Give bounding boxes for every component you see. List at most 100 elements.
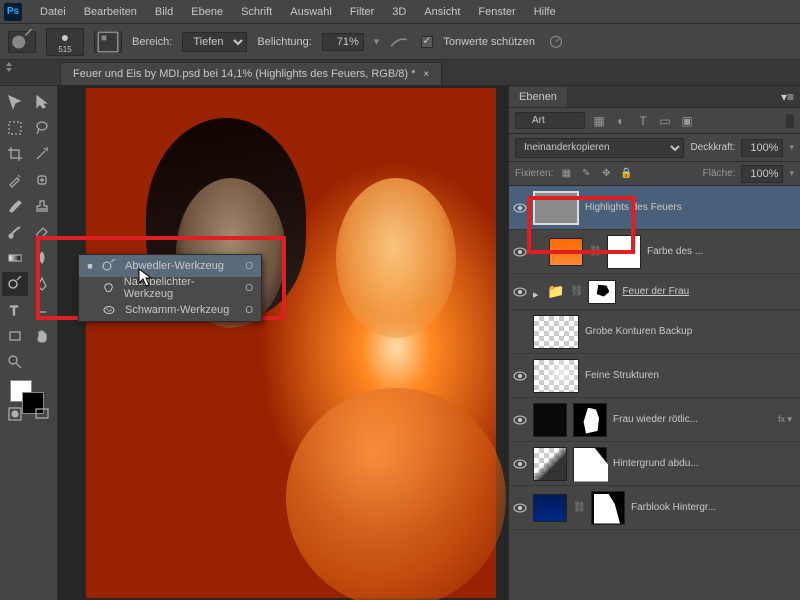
group-toggle-icon[interactable]: ▸ [533, 288, 541, 296]
layer-thumb[interactable] [533, 359, 579, 393]
filter-pixel-icon[interactable]: ▦ [591, 113, 607, 129]
visibility-icon[interactable] [513, 501, 527, 515]
exposure-input[interactable] [322, 33, 364, 51]
lock-pos-icon[interactable]: ✥ [599, 167, 613, 181]
path-tool[interactable] [30, 298, 56, 322]
lock-trans-icon[interactable]: ▦ [559, 167, 573, 181]
filter-adjust-icon[interactable]: ◐ [613, 113, 629, 129]
layer-name[interactable]: Highlights des Feuers [585, 202, 796, 213]
layer-name[interactable]: Feine Strukturen [585, 370, 796, 381]
layer-row[interactable]: Highlights des Feuers [509, 186, 800, 230]
layer-filter-input[interactable] [515, 112, 585, 129]
blur-tool[interactable] [30, 246, 56, 270]
history-brush-tool[interactable] [2, 220, 28, 244]
move-tool[interactable] [2, 90, 28, 114]
crop-tool[interactable] [2, 142, 28, 166]
lock-all-icon[interactable]: 🔒 [619, 167, 633, 181]
fx-badge[interactable]: fx ▾ [778, 414, 792, 425]
flyout-burn[interactable]: Nachbelichter-Werkzeug O [79, 277, 261, 299]
layer-thumb[interactable] [533, 403, 567, 437]
filter-toggle[interactable] [786, 114, 794, 128]
opacity-input[interactable] [741, 139, 783, 157]
link-icon[interactable]: ⛓ [573, 502, 585, 513]
menu-ansicht[interactable]: Ansicht [416, 3, 468, 21]
flyout-sponge[interactable]: Schwamm-Werkzeug O [79, 299, 261, 321]
menu-hilfe[interactable]: Hilfe [526, 3, 564, 21]
menu-ebene[interactable]: Ebene [183, 3, 231, 21]
blend-mode-select[interactable]: Ineinanderkopieren [515, 138, 684, 158]
layers-tab[interactable]: Ebenen [509, 87, 567, 107]
brush-tool[interactable] [2, 194, 28, 218]
layer-row[interactable]: Hintergrund abdu... [509, 442, 800, 486]
marquee-tool[interactable] [2, 116, 28, 140]
visibility-icon[interactable] [513, 457, 527, 471]
eraser-tool[interactable] [30, 220, 56, 244]
layer-thumb[interactable] [533, 315, 579, 349]
brush-size-box[interactable]: ●515 [46, 28, 84, 56]
layer-thumb[interactable] [533, 447, 567, 481]
visibility-icon[interactable] [513, 285, 527, 299]
type-tool[interactable]: T [2, 298, 28, 322]
menu-bearbeiten[interactable]: Bearbeiten [76, 3, 145, 21]
fill-input[interactable] [741, 165, 783, 183]
shape-tool[interactable] [2, 324, 28, 348]
layer-thumb[interactable] [533, 494, 567, 522]
layer-row[interactable]: Feine Strukturen [509, 354, 800, 398]
layer-mask[interactable] [573, 403, 607, 437]
menu-bild[interactable]: Bild [147, 3, 181, 21]
layer-name[interactable]: Hintergrund abdu... [613, 458, 796, 469]
airbrush-icon[interactable] [389, 34, 411, 50]
lock-pixel-icon[interactable]: ✎ [579, 167, 593, 181]
protect-tones-checkbox[interactable] [421, 36, 433, 48]
eyedropper-tool[interactable] [2, 168, 28, 192]
layer-name[interactable]: Feuer der Frau [622, 286, 796, 297]
range-select[interactable]: Tiefen [182, 32, 247, 52]
menu-3d[interactable]: 3D [384, 3, 414, 21]
visibility-icon[interactable] [513, 245, 527, 259]
document-tab[interactable]: Feuer und Eis by MDI.psd bei 14,1% (High… [60, 62, 442, 85]
layer-name[interactable]: Farbe des ... [647, 246, 796, 257]
layer-mask[interactable] [591, 491, 625, 525]
layer-row[interactable]: Frau wieder rötlic... fx ▾ [509, 398, 800, 442]
layer-name[interactable]: Frau wieder rötlic... [613, 414, 772, 425]
layer-name[interactable]: Farblook Hintergr... [631, 502, 796, 513]
menu-fenster[interactable]: Fenster [470, 3, 523, 21]
flyout-dodge[interactable]: ■ Abwedler-Werkzeug O [79, 255, 261, 277]
layer-row[interactable]: ⛓ Farblook Hintergr... [509, 486, 800, 530]
link-icon[interactable]: ⛓ [570, 286, 582, 297]
menu-auswahl[interactable]: Auswahl [282, 3, 340, 21]
heal-tool[interactable] [30, 168, 56, 192]
pressure-icon[interactable] [545, 34, 567, 50]
tool-preset-icon[interactable] [8, 31, 36, 53]
layer-mask[interactable] [573, 447, 607, 481]
filter-type-icon[interactable]: T [635, 113, 651, 129]
brush-panel-icon[interactable] [94, 31, 122, 53]
gradient-tool[interactable] [2, 246, 28, 270]
panel-menu-icon[interactable]: ▾≡ [775, 90, 800, 104]
wand-tool[interactable] [30, 142, 56, 166]
visibility-icon[interactable] [513, 369, 527, 383]
pen-tool[interactable] [30, 272, 56, 296]
zoom-tool[interactable] [2, 350, 28, 374]
visibility-icon[interactable] [513, 325, 527, 339]
hand-tool[interactable] [30, 324, 56, 348]
filter-shape-icon[interactable]: ▭ [657, 113, 673, 129]
layer-name[interactable]: Grobe Konturen Backup [585, 326, 796, 337]
layer-thumb[interactable] [533, 191, 579, 225]
arrow-tool[interactable] [30, 90, 56, 114]
layer-row[interactable]: Grobe Konturen Backup [509, 310, 800, 354]
document-canvas[interactable] [86, 88, 496, 598]
layer-thumb[interactable] [549, 238, 583, 266]
filter-smart-icon[interactable]: ▣ [679, 113, 695, 129]
layer-mask[interactable] [607, 235, 641, 269]
layer-row[interactable]: ▸ 📁 ⛓ Feuer der Frau [509, 274, 800, 310]
canvas-area[interactable] [58, 86, 508, 600]
dodge-tool[interactable] [2, 272, 28, 296]
visibility-icon[interactable] [513, 413, 527, 427]
screenmode-tool[interactable] [30, 402, 56, 426]
tabbar-collapse[interactable] [6, 62, 18, 72]
menu-datei[interactable]: Datei [32, 3, 74, 21]
menu-schrift[interactable]: Schrift [233, 3, 280, 21]
lasso-tool[interactable] [30, 116, 56, 140]
layer-row[interactable]: ⛓ Farbe des ... [509, 230, 800, 274]
